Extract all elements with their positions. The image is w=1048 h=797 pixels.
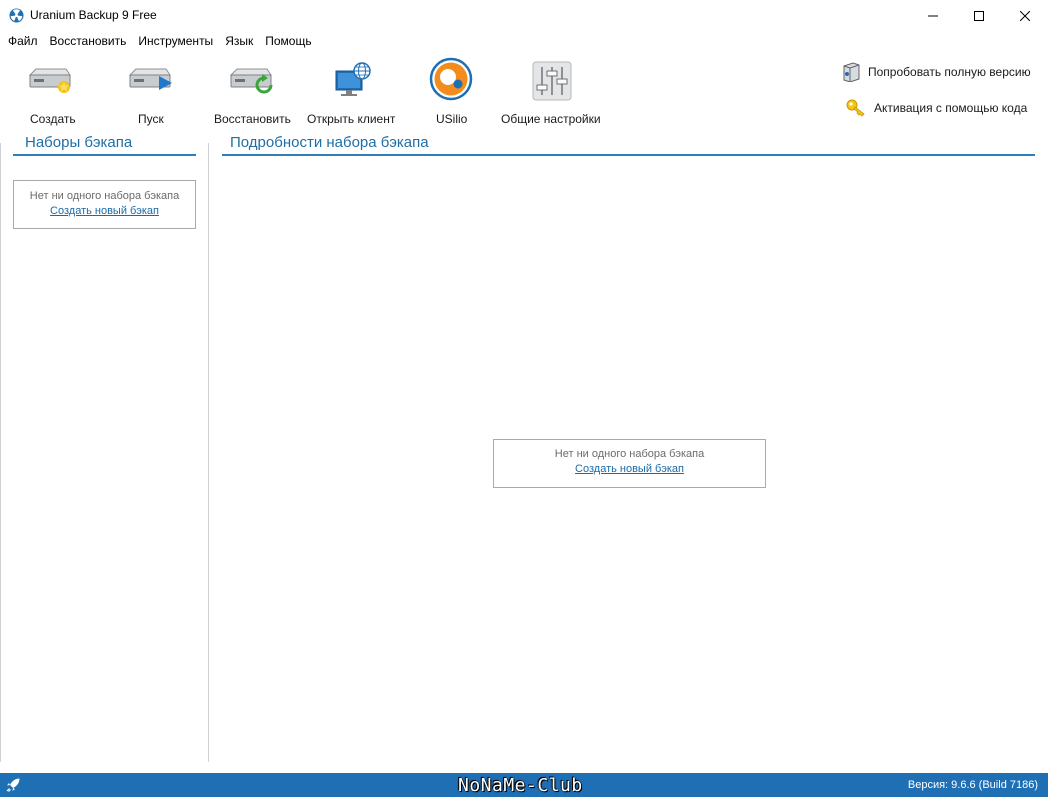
- usilio-logo-icon: [429, 57, 473, 101]
- backup-details-underline: [222, 154, 1035, 156]
- version-text: Версия: 9.6.6 (Build 7186): [907, 779, 1038, 791]
- backup-sets-empty-box: Нет ни одного набора бэкапа Создать новы…: [13, 180, 196, 229]
- left-border: [0, 143, 1, 762]
- menu-help[interactable]: Помощь: [259, 31, 317, 51]
- software-box-icon: [843, 62, 860, 82]
- maximize-icon: [974, 10, 984, 21]
- backup-sets-underline: [13, 154, 196, 156]
- general-settings-label: Общие настройки: [501, 112, 601, 126]
- try-full-version-label: Попробовать полную версию: [868, 65, 1031, 79]
- backup-sets-title: Наборы бэкапа: [25, 134, 133, 151]
- open-client-label: Открыть клиент: [307, 112, 396, 126]
- activate-code-label: Активация с помощью кода: [874, 101, 1028, 115]
- monitor-globe-icon: [335, 62, 371, 96]
- restore-label: Восстановить: [214, 112, 291, 126]
- run-label: Пуск: [138, 112, 164, 126]
- rocket-icon[interactable]: [5, 777, 21, 793]
- backup-details-empty-message: Нет ни одного набора бэкапа: [554, 448, 705, 460]
- backup-sets-create-link[interactable]: Создать новый бэкап: [14, 205, 195, 217]
- sliders-settings-icon: [532, 61, 572, 101]
- menu-tools[interactable]: Инструменты: [132, 31, 219, 51]
- backup-sets-empty-message: Нет ни одного набора бэкапа: [29, 190, 180, 202]
- backup-details-empty-box: Нет ни одного набора бэкапа Создать новы…: [493, 439, 766, 488]
- minimize-icon: [928, 15, 938, 16]
- drive-play-icon: [128, 68, 172, 90]
- menu-bar: Файл Восстановить Инструменты Язык Помощ…: [0, 31, 1048, 51]
- status-bar: NoNaMe-Club Версия: 9.6.6 (Build 7186): [0, 773, 1048, 797]
- backup-details-create-link[interactable]: Создать новый бэкап: [494, 463, 765, 475]
- panel-divider[interactable]: [208, 143, 209, 762]
- title-bar: Uranium Backup 9 Free: [0, 0, 1048, 31]
- menu-language[interactable]: Язык: [219, 31, 259, 51]
- drive-add-icon: [28, 68, 71, 93]
- maximize-button[interactable]: [956, 0, 1002, 31]
- menu-file[interactable]: Файл: [2, 31, 44, 51]
- backup-details-title: Подробности набора бэкапа: [230, 134, 429, 151]
- watermark-text: NoNaMe-Club: [458, 775, 583, 796]
- create-label: Создать: [30, 112, 76, 126]
- toolbar: Создать Пуск Восстановить Открыть клиент…: [0, 51, 1048, 127]
- usilio-label: USilio: [436, 112, 468, 126]
- uranium-app-icon: [9, 8, 24, 23]
- key-icon: [846, 99, 865, 117]
- menu-restore[interactable]: Восстановить: [44, 31, 133, 51]
- close-icon: [1020, 10, 1030, 21]
- close-button[interactable]: [1002, 0, 1048, 31]
- try-full-version-button[interactable]: Попробовать полную версию: [842, 62, 1031, 82]
- activate-code-button[interactable]: Активация с помощью кода: [846, 99, 1027, 117]
- minimize-button[interactable]: [910, 0, 956, 31]
- window-title: Uranium Backup 9 Free: [30, 8, 157, 22]
- drive-restore-icon: [229, 68, 273, 94]
